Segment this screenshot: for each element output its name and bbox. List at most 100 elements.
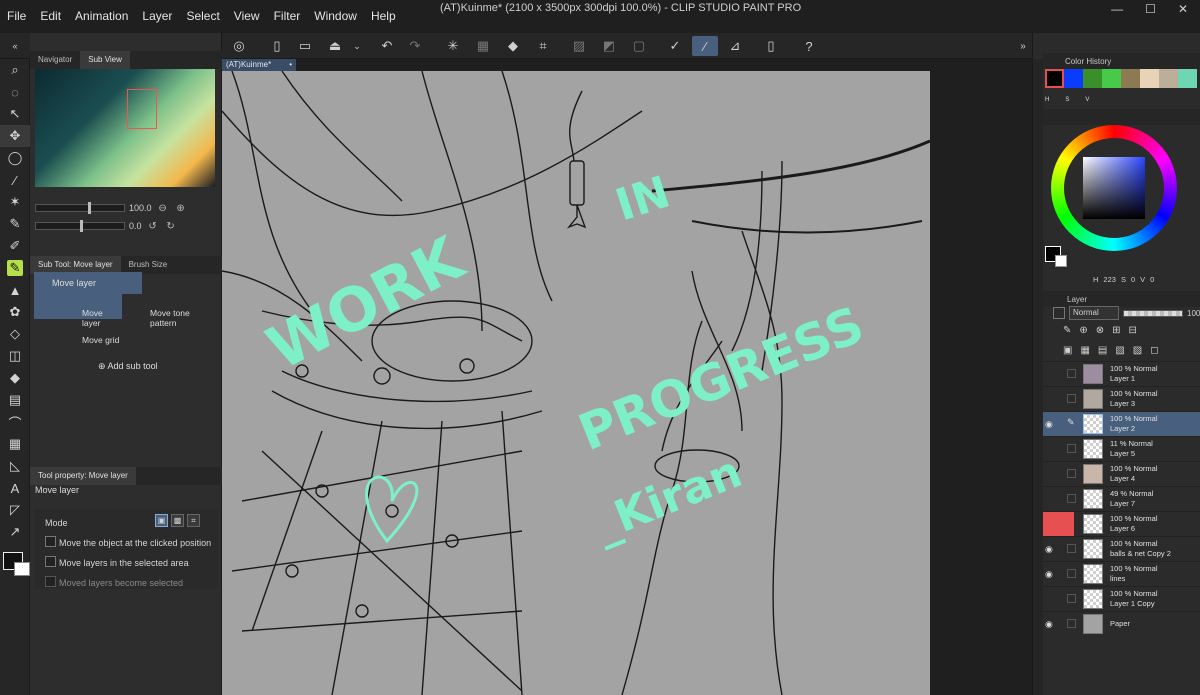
history-swatch-4[interactable] — [1102, 69, 1121, 88]
blend-tool-icon[interactable]: ◫ — [0, 345, 30, 367]
eyedropper-tool-icon[interactable]: ⁄ — [0, 169, 30, 191]
selection-icon[interactable]: ▢ — [628, 36, 650, 56]
history-swatch-2[interactable] — [1064, 69, 1083, 88]
brush-icon[interactable]: ⁄ — [692, 36, 718, 56]
menu-view[interactable]: View — [227, 0, 267, 33]
invert-icon[interactable]: ◩ — [598, 36, 620, 56]
redo-icon[interactable]: ↷ — [404, 36, 426, 56]
rotate-left-icon[interactable]: ↺ — [146, 219, 160, 233]
layer-color-icon[interactable] — [1053, 307, 1065, 319]
subtool-move-layer[interactable]: Move layer — [34, 293, 122, 328]
tab-navigator[interactable]: Navigator — [30, 51, 80, 69]
moved-layers-selected-checkbox[interactable] — [45, 576, 56, 587]
layer-row[interactable]: ◉ Paper — [1043, 611, 1200, 636]
zoom-tool-icon[interactable]: ⌕ — [0, 59, 30, 81]
help-icon[interactable]: ? — [798, 36, 820, 56]
decoration-tool-icon[interactable]: ✿ — [0, 301, 30, 323]
loading-icon[interactable]: ✳ — [442, 36, 464, 56]
visibility-eye-icon[interactable]: ◉ — [1045, 419, 1055, 429]
layer-row[interactable]: 100 % Normal Layer 1 — [1043, 361, 1200, 386]
layer-row[interactable]: 11 % Normal Layer 5 — [1043, 436, 1200, 461]
history-swatch-7[interactable] — [1159, 69, 1178, 88]
layer-row[interactable]: 49 % Normal Layer 7 — [1043, 486, 1200, 511]
move-object-clicked-checkbox[interactable] — [45, 536, 56, 547]
wheel-sub-color[interactable] — [1055, 255, 1067, 267]
layer-row[interactable]: 100 % Normal Layer 4 — [1043, 461, 1200, 486]
zoom-slider[interactable] — [35, 202, 125, 214]
menu-filter[interactable]: Filter — [267, 0, 308, 33]
layer-row[interactable]: ◉ ✎ 100 % Normal Layer 2 — [1043, 411, 1200, 436]
mode-grid-icon[interactable]: ⌗ — [187, 514, 200, 527]
collapse-left-icon[interactable]: « — [4, 36, 26, 56]
pen-tool-icon[interactable]: ✎ — [0, 213, 30, 235]
drawing-canvas[interactable]: WORK IN PROGRESS _Kiran — [222, 71, 930, 695]
ruler-icon[interactable]: ⊿ — [724, 36, 746, 56]
object-tool-icon[interactable]: ↖ — [0, 103, 30, 125]
eraser-tool-icon[interactable]: ◇ — [0, 323, 30, 345]
navigator-preview[interactable] — [35, 69, 215, 187]
new-icon[interactable]: ▯ — [266, 36, 288, 56]
layer-row[interactable]: 100 % Normal Layer 1 Copy — [1043, 586, 1200, 611]
open-icon[interactable]: ▭ — [294, 36, 316, 56]
airbrush-tool-icon[interactable]: ▲ — [0, 279, 30, 301]
fill-icon[interactable]: ◆ — [502, 36, 524, 56]
layer-row[interactable]: ◉ 100 % Normal lines — [1043, 561, 1200, 586]
fill-tool-icon[interactable]: ◆ — [0, 367, 30, 389]
deselect-icon[interactable]: ▨ — [568, 36, 590, 56]
balloon-tool-icon[interactable]: ◸ — [0, 499, 30, 521]
minimize-button[interactable]: — — [1111, 2, 1123, 16]
menu-select[interactable]: Select — [179, 0, 226, 33]
menu-file[interactable]: File — [0, 0, 33, 33]
frame-tool-icon[interactable]: ▦ — [0, 433, 30, 455]
layer-row[interactable]: 100 % Normal Layer 6 — [1043, 511, 1200, 537]
history-swatch-6[interactable] — [1140, 69, 1159, 88]
text-tool-icon[interactable]: A — [0, 477, 30, 499]
save-icon[interactable]: ⏏ — [324, 36, 346, 56]
view-frame[interactable] — [127, 89, 157, 129]
document-tab[interactable]: (AT)Kuinme* • — [222, 59, 296, 71]
subtool-move-grid[interactable]: Move grid — [34, 321, 122, 347]
tab-sub-view[interactable]: Sub View — [80, 51, 130, 69]
history-swatch-8[interactable] — [1178, 69, 1197, 88]
magic-wand-tool-icon[interactable]: ✶ — [0, 191, 30, 213]
clear-icon[interactable]: ▦ — [472, 36, 494, 56]
pencil-tool-icon[interactable]: ✐ — [0, 235, 30, 257]
mode-tone-icon[interactable]: ▩ — [171, 514, 184, 527]
layer-row[interactable]: 100 % Normal Layer 3 — [1043, 386, 1200, 411]
visibility-eye-icon[interactable]: ◉ — [1045, 544, 1055, 554]
undo-icon[interactable]: ↶ — [376, 36, 398, 56]
rotate-slider[interactable] — [35, 220, 125, 232]
studio-icon[interactable]: ◎ — [228, 36, 250, 56]
history-swatch-3[interactable] — [1083, 69, 1102, 88]
ruler-tool-icon[interactable]: ◺ — [0, 455, 30, 477]
close-button[interactable]: ✕ — [1178, 2, 1188, 16]
pen-icon[interactable]: ✓ — [664, 36, 686, 56]
operation-tool-icon[interactable]: ◌ — [0, 81, 30, 103]
move-layers-selected-checkbox[interactable] — [45, 556, 56, 567]
subtool-move-tone-pattern[interactable]: Move tone pattern — [126, 293, 214, 328]
visibility-eye-icon[interactable]: ◉ — [1045, 619, 1055, 629]
lasso-tool-icon[interactable]: ◯ — [0, 147, 30, 169]
move-tool-icon[interactable]: ✥ — [0, 125, 30, 147]
tab-tool-property[interactable]: Tool property: Move layer — [30, 467, 136, 485]
subtool-group-move-layer[interactable]: Move layer — [34, 272, 142, 294]
smartphone-icon[interactable]: ▯ — [760, 36, 782, 56]
history-swatch-1[interactable] — [1045, 69, 1064, 88]
rotate-right-icon[interactable]: ↻ — [164, 219, 178, 233]
add-subtool-button[interactable]: ⊕ Add sub tool — [98, 361, 158, 372]
visibility-eye-icon[interactable]: ◉ — [1045, 569, 1055, 579]
correct-line-tool-icon[interactable]: ↗ — [0, 521, 30, 543]
menu-help[interactable]: Help — [364, 0, 403, 33]
zoom-out-icon[interactable]: ⊖ — [156, 201, 170, 215]
transform-icon[interactable]: ⌗ — [532, 36, 554, 56]
color-wheel[interactable] — [1051, 125, 1177, 251]
dropdown-icon[interactable]: ⌄ — [346, 36, 368, 56]
right-panel-collapse-strip[interactable] — [1033, 59, 1043, 695]
history-swatch-5[interactable] — [1121, 69, 1140, 88]
saturation-value-square[interactable] — [1083, 157, 1145, 219]
menu-layer[interactable]: Layer — [135, 0, 179, 33]
figure-tool-icon[interactable]: ⌒ — [0, 411, 30, 433]
layer-row[interactable]: ◉ 100 % Normal balls & net Copy 2 — [1043, 536, 1200, 561]
gradient-tool-icon[interactable]: ▤ — [0, 389, 30, 411]
menu-animation[interactable]: Animation — [68, 0, 135, 33]
